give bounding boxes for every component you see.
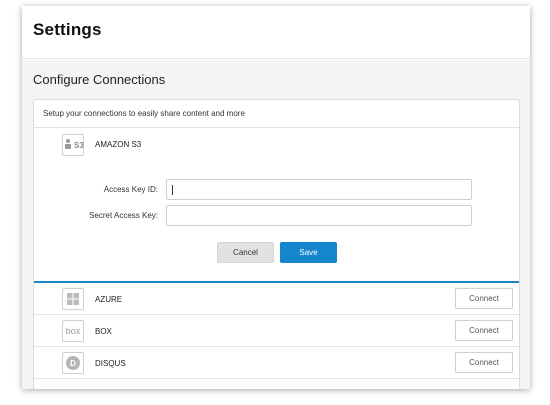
disqus-icon: D [62, 352, 84, 374]
secret-access-key-label: Secret Access Key: [89, 211, 158, 220]
service-row-azure: AZURE Connect [34, 283, 519, 315]
amazon-s3-icon: S3 [62, 134, 84, 156]
text-caret [172, 185, 173, 195]
windows-icon [62, 288, 84, 310]
service-name-box: BOX [95, 327, 112, 336]
cancel-button[interactable]: Cancel [217, 242, 274, 263]
secret-access-key-input[interactable] [166, 205, 472, 226]
title-bar: Settings [22, 6, 530, 59]
settings-content: Configure Connections Setup your connect… [22, 60, 530, 389]
connect-button-disqus[interactable]: Connect [455, 352, 513, 373]
section-title: Configure Connections [33, 72, 166, 87]
panel-description: Setup your connections to easily share c… [34, 100, 519, 128]
connections-panel: Setup your connections to easily share c… [33, 99, 520, 389]
amazon-s3-connection: S3 AMAZON S3 Access Key ID: Secret Acces… [34, 128, 519, 283]
service-row-box: box BOX Connect [34, 315, 519, 347]
access-key-id-label: Access Key ID: [103, 185, 158, 194]
connect-button-azure[interactable]: Connect [455, 288, 513, 309]
access-key-id-input[interactable] [166, 179, 472, 200]
disqus-logo-text: D [70, 358, 76, 368]
amazon-s3-logo-text: S3 [74, 141, 84, 150]
service-name-azure: AZURE [95, 295, 123, 304]
connect-button-box[interactable]: Connect [455, 320, 513, 341]
settings-window: Settings Configure Connections Setup you… [22, 6, 530, 389]
service-name-disqus: DISQUS [95, 359, 126, 368]
service-row-disqus: D DISQUS Connect [34, 347, 519, 379]
box-logo-text: box [65, 326, 81, 336]
box-icon: box [62, 320, 84, 342]
page-title: Settings [33, 20, 102, 39]
save-button[interactable]: Save [280, 242, 337, 263]
service-name-amazon-s3: AMAZON S3 [95, 140, 142, 149]
